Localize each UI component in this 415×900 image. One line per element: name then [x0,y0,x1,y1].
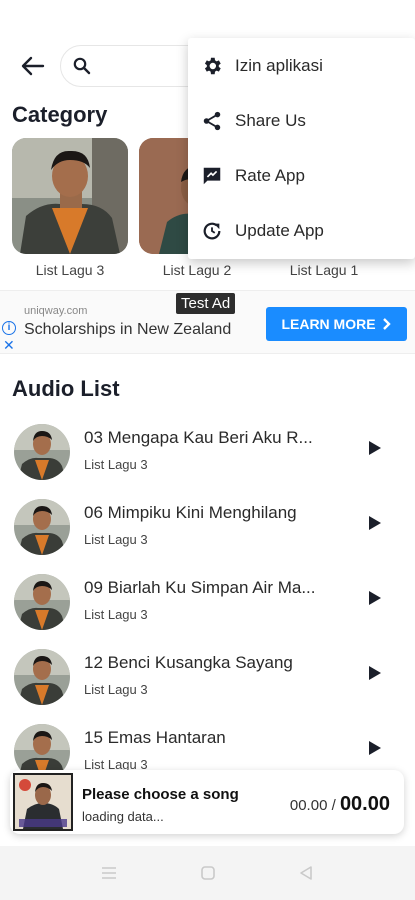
song-title: 09 Biarlah Ku Simpan Air Ma... [84,578,316,597]
player-title: Please choose a song [82,786,239,803]
song-avatar [14,499,70,555]
song-list-name: List Lagu 3 [84,682,148,697]
category-label: List Lagu 1 [289,262,359,278]
gear-icon [200,54,224,78]
song-list-name: List Lagu 3 [84,607,148,622]
menu-label: Izin aplikasi [235,55,323,75]
song-avatar [14,424,70,480]
play-icon [369,516,381,530]
menu-item-rate[interactable]: Rate App [188,148,415,203]
menu-label: Update App [235,220,324,240]
system-nav-bar [0,846,415,900]
arrow-left-icon [21,56,45,76]
play-button[interactable] [366,588,384,608]
play-button[interactable] [366,663,384,683]
menu-label: Share Us [235,110,306,130]
recent-apps-button[interactable] [99,864,119,882]
menu-lines-icon [102,867,116,879]
back-triangle-icon [300,866,312,880]
learn-more-label: LEARN MORE [281,316,376,332]
song-list-name: List Lagu 3 [84,457,148,472]
update-icon [200,219,224,243]
mini-player[interactable]: Please choose a song loading data... 00.… [10,770,404,834]
learn-more-button[interactable]: LEARN MORE [266,307,407,341]
player-status: loading data... [82,809,164,824]
test-ad-tag: Test Ad [176,293,236,314]
home-square-icon [201,866,215,880]
category-image [12,138,128,254]
ad-domain: uniqway.com [24,305,88,317]
player-time: 00.00 / 00.00 [290,793,390,816]
song-avatar [14,574,70,630]
ad-info-icon[interactable]: i [2,321,16,335]
category-card[interactable]: List Lagu 3 [12,138,128,278]
player-current-time: 00.00 [289,797,328,814]
menu-label: Rate App [235,165,305,185]
song-item[interactable]: 09 Biarlah Ku Simpan Air Ma... List Lagu… [0,574,415,646]
menu-item-share[interactable]: Share Us [188,93,415,148]
song-title: 06 Mimpiku Kini Menghilang [84,503,297,522]
audio-list-title: Audio List [12,376,120,401]
play-icon [369,441,381,455]
song-title: 12 Benci Kusangka Sayang [84,653,293,672]
ad-headline: Scholarships in New Zealand [24,321,232,338]
search-icon [73,57,91,75]
share-icon [200,109,224,133]
category-label: List Lagu 2 [162,262,232,278]
menu-item-update[interactable]: Update App [188,203,415,258]
song-title: 03 Mengapa Kau Beri Aku R... [84,428,313,447]
category-label: List Lagu 3 [35,262,105,278]
ad-banner[interactable]: Test Ad i ✕ uniqway.com Scholarships in … [0,290,415,354]
ad-close-icon[interactable]: ✕ [3,337,15,354]
song-avatar [14,649,70,705]
song-list-name: List Lagu 3 [84,532,148,547]
play-button[interactable] [366,513,384,533]
overflow-menu: Izin aplikasi Share Us Rate App Update A… [188,38,415,259]
play-icon [369,591,381,605]
back-button[interactable] [18,52,48,80]
song-item[interactable]: 03 Mengapa Kau Beri Aku R... List Lagu 3 [0,424,415,496]
home-button[interactable] [198,864,218,882]
song-item[interactable]: 06 Mimpiku Kini Menghilang List Lagu 3 [0,499,415,571]
play-icon [369,666,381,680]
player-cover-image [13,773,73,831]
chevron-right-icon [382,318,391,330]
play-button[interactable] [366,438,384,458]
play-icon [369,741,381,755]
song-title: 15 Emas Hantaran [84,728,226,747]
song-item[interactable]: 12 Benci Kusangka Sayang List Lagu 3 [0,649,415,721]
play-button[interactable] [366,738,384,758]
player-duration: 00.00 [339,793,390,815]
category-title: Category [12,102,108,127]
menu-item-permissions[interactable]: Izin aplikasi [188,38,415,93]
back-nav-button[interactable] [296,864,316,882]
player-time-separator: / [331,797,336,814]
rate-icon [200,164,224,188]
